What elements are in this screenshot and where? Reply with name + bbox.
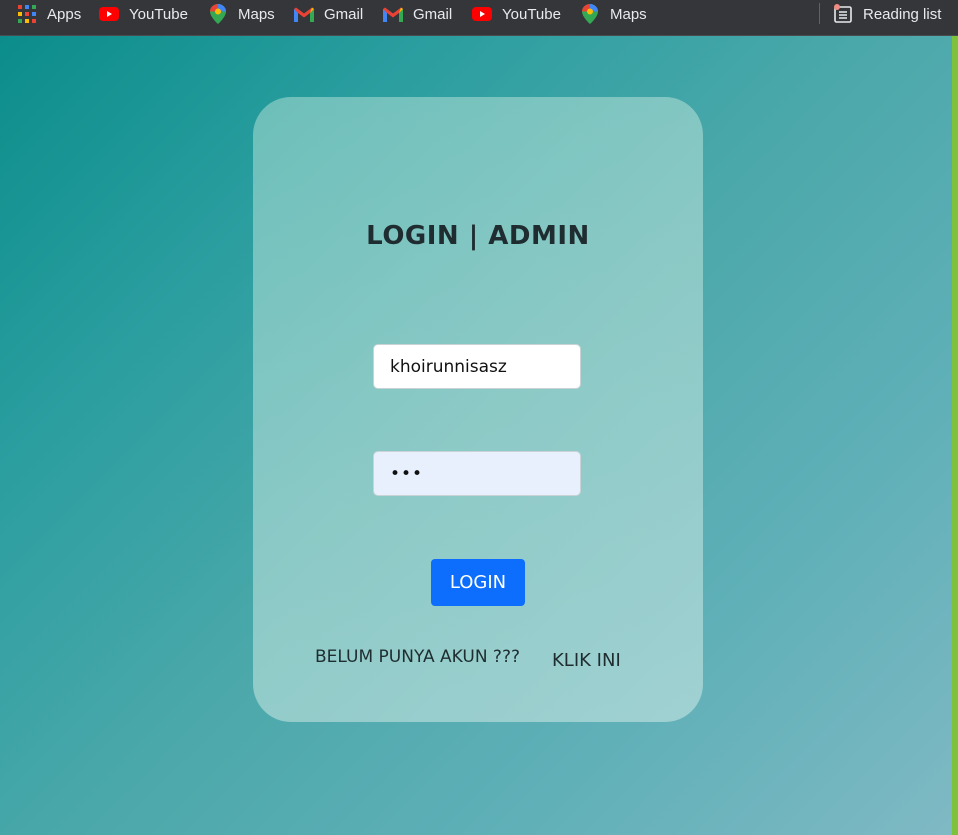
youtube-icon [99,4,119,24]
reading-list-button[interactable]: Reading list [833,0,941,28]
bookmark-label: Maps [238,5,275,23]
youtube-icon [472,4,492,24]
login-card: LOGIN | ADMIN LOGIN BELUM PUNYA AKUN ???… [253,97,703,722]
bookmark-label: Apps [47,5,82,23]
password-input[interactable] [373,451,581,496]
reading-list-label: Reading list [863,5,942,23]
maps-pin-icon [580,4,600,24]
bookmark-label: Maps [610,5,647,23]
bookmark-label: YouTube [502,5,561,23]
bookmark-divider [819,3,820,24]
bookmark-gmail-2[interactable]: Gmail [383,0,452,28]
bookmark-youtube[interactable]: YouTube [99,0,188,28]
username-input[interactable] [373,344,581,389]
right-edge-strip [952,36,958,835]
signup-prompt: BELUM PUNYA AKUN ??? [315,647,521,667]
reading-list-icon [833,4,853,24]
gmail-icon [294,4,314,24]
login-title: LOGIN | ADMIN [366,221,590,251]
gmail-icon [383,4,403,24]
bookmark-youtube-2[interactable]: YouTube [472,0,561,28]
apps-grid-icon [17,4,37,24]
login-button[interactable]: LOGIN [431,559,525,606]
bookmark-apps[interactable]: Apps [17,0,81,28]
bookmark-maps-2[interactable]: Maps [580,0,647,28]
bookmark-label: YouTube [129,5,188,23]
page-background: LOGIN | ADMIN LOGIN BELUM PUNYA AKUN ???… [0,36,952,835]
bookmark-maps[interactable]: Maps [208,0,275,28]
bookmark-label: Gmail [413,5,453,23]
maps-pin-icon [208,4,228,24]
bookmarks-bar: Apps YouTube Maps Gmail Gmail YouTube Ma… [0,0,958,36]
signup-link[interactable]: KLIK INI [552,650,621,671]
bookmark-gmail[interactable]: Gmail [294,0,363,28]
bookmark-label: Gmail [324,5,364,23]
